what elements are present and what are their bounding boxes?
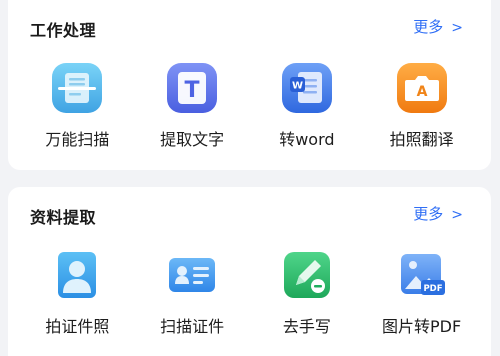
svg-text:W: W	[292, 81, 303, 92]
text-extract-icon: T	[166, 62, 218, 114]
id-photo-icon	[51, 249, 103, 301]
tool-label: 拍照翻译	[389, 130, 454, 149]
remove-handwriting-icon	[281, 249, 333, 301]
tool-label: 图片转PDF	[382, 317, 462, 336]
tool-label: 提取文字	[160, 130, 225, 149]
data-extraction-card: 资料提取 更多 > 拍证件照 扫描证件 去手写 PDF 图片转PDF	[8, 187, 491, 356]
chevron-right-icon: >	[451, 207, 463, 223]
tool-remove-handwriting[interactable]: 去手写	[252, 249, 362, 337]
tool-universal-scan[interactable]: 万能扫描	[22, 62, 132, 150]
word-icon: W	[281, 62, 333, 114]
more-label: 更多	[413, 205, 444, 223]
svg-text:PDF: PDF	[423, 284, 442, 294]
work-processing-card: 工作处理 更多 > 万能扫描 T 提取文字 W 转word A 拍照翻译	[8, 0, 491, 170]
tool-label: 转word	[279, 130, 335, 149]
image-to-pdf-icon: PDF	[396, 249, 448, 301]
more-link[interactable]: 更多 >	[413, 203, 463, 224]
svg-text:A: A	[416, 84, 427, 100]
tool-photo-translate[interactable]: A 拍照翻译	[367, 62, 477, 150]
chevron-right-icon: >	[451, 20, 463, 36]
svg-text:T: T	[185, 78, 200, 103]
section-title: 资料提取	[30, 208, 97, 227]
tool-convert-word[interactable]: W 转word	[252, 62, 362, 150]
tool-id-photo[interactable]: 拍证件照	[22, 249, 132, 337]
id-card-scan-icon	[166, 249, 218, 301]
more-label: 更多	[413, 18, 444, 36]
tool-label: 拍证件照	[45, 317, 110, 336]
photo-translate-icon: A	[396, 62, 448, 114]
more-link[interactable]: 更多 >	[413, 16, 463, 37]
tool-label: 去手写	[282, 317, 331, 336]
tool-extract-text[interactable]: T 提取文字	[137, 62, 247, 150]
tool-label: 万能扫描	[45, 130, 110, 149]
tool-label: 扫描证件	[160, 317, 225, 336]
section-title: 工作处理	[30, 21, 97, 40]
tool-image-to-pdf[interactable]: PDF 图片转PDF	[367, 249, 477, 337]
tool-scan-id[interactable]: 扫描证件	[137, 249, 247, 337]
scan-icon	[51, 62, 103, 114]
